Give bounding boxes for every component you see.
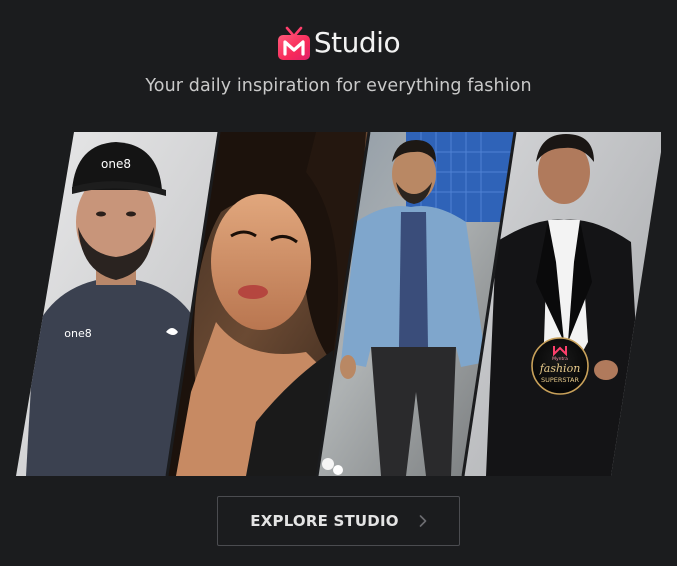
fashion-superstar-badge: Myntra fashion SUPERSTAR [531,337,589,395]
studio-logo: Studio [0,22,677,64]
chevron-right-icon [419,515,427,527]
tagline: Your daily inspiration for everything fa… [145,76,532,96]
brand-name: Studio [313,26,401,59]
explore-studio-button[interactable]: EXPLORE STUDIO [217,496,460,546]
hero-collage[interactable]: one8 one8 Myntra fashion SUPERSTAR [16,132,661,476]
badge-line1-text: fashion [539,362,581,375]
shirt-logo-text: one8 [64,327,91,340]
badge-line2-text: SUPERSTAR [541,376,579,384]
explore-studio-label: EXPLORE STUDIO [250,512,399,530]
cap-logo-text: one8 [101,157,131,171]
myntra-tv-icon [277,26,310,60]
